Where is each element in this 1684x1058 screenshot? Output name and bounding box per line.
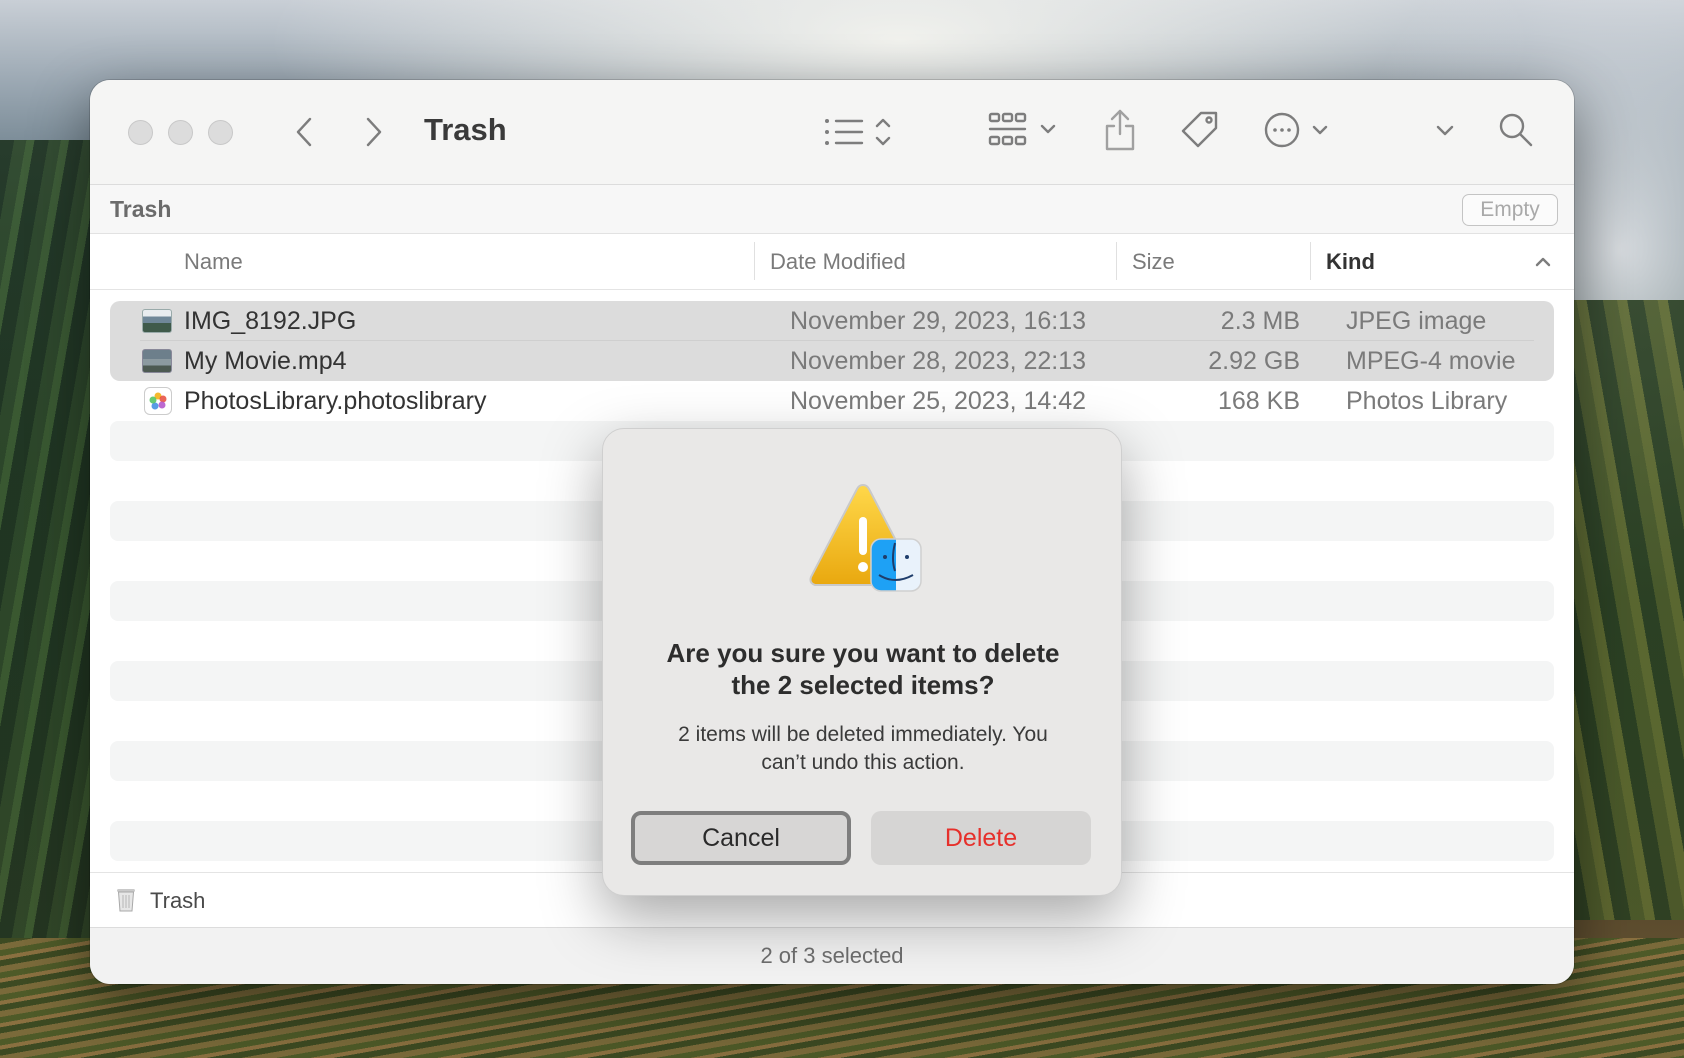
column-divider[interactable] [1310,242,1311,280]
cancel-button[interactable]: Cancel [631,811,851,865]
chevron-down-icon [1436,125,1454,136]
column-header-name[interactable]: Name [184,249,243,275]
path-bar-label[interactable]: Trash [150,888,205,914]
file-date: November 29, 2023, 16:13 [790,307,1087,335]
warning-finder-icon [803,479,923,599]
dialog-title: Are you sure you want to delete the 2 se… [666,638,1060,700]
toolbar-overflow-button[interactable] [1430,116,1460,146]
column-divider[interactable] [1116,242,1117,280]
delete-confirmation-dialog: Are you sure you want to delete the 2 se… [602,428,1122,896]
trash-header-label: Trash [110,196,172,222]
file-name: PhotosLibrary.photoslibrary [184,387,487,415]
file-kind: JPEG image [1346,307,1487,335]
column-headers: Name Date Modified Size Kind [90,234,1574,290]
chevron-left-icon [296,117,312,147]
column-header-date-modified[interactable]: Date Modified [770,249,906,275]
close-window-button[interactable] [128,120,153,145]
view-options-button[interactable] [822,112,902,152]
action-menu-button[interactable] [1264,110,1336,150]
jpeg-thumbnail-icon [142,309,172,333]
minimize-window-button[interactable] [168,120,193,145]
trash-icon [116,887,136,913]
file-row[interactable]: My Movie.mp4 November 28, 2023, 22:13 2.… [110,341,1554,381]
zoom-window-button[interactable] [208,120,233,145]
column-header-size[interactable]: Size [1132,249,1175,275]
file-size: 168 KB [1217,387,1300,415]
status-bar: 2 of 3 selected [90,927,1574,984]
search-button[interactable] [1496,110,1536,150]
file-name: IMG_8192.JPG [184,307,357,335]
share-icon [1105,109,1135,151]
file-date: November 25, 2023, 14:42 [790,387,1087,415]
chevron-right-icon [366,117,382,147]
wallpaper-trees-right [1574,300,1684,920]
share-button[interactable] [1100,106,1140,154]
file-row[interactable]: PhotosLibrary.photoslibrary November 25,… [110,381,1554,421]
file-size: 2.3 MB [1220,307,1300,335]
empty-trash-button[interactable]: Empty [1462,194,1558,226]
file-row[interactable]: IMG_8192.JPG November 29, 2023, 16:13 2.… [110,301,1554,341]
grid-group-icon [988,112,1056,146]
trash-header-bar: Trash Empty [90,185,1574,234]
tag-button[interactable] [1178,108,1222,152]
movie-thumbnail-icon [142,349,172,373]
tag-icon [1181,111,1218,148]
toolbar: Trash [90,80,1574,185]
back-button[interactable] [286,114,322,150]
dialog-message: 2 items will be deleted immediately. You… [678,723,1048,774]
wallpaper-trees-left [0,140,100,1058]
file-size: 2.92 GB [1208,347,1300,375]
sort-ascending-icon [1534,254,1552,268]
file-date: November 28, 2023, 22:13 [790,347,1087,375]
search-icon [1499,113,1533,147]
delete-button[interactable]: Delete [871,811,1091,865]
column-divider[interactable] [754,242,755,280]
file-kind: Photos Library [1346,387,1508,415]
list-view-icon [825,118,891,146]
group-button[interactable] [988,110,1068,154]
column-header-kind[interactable]: Kind [1326,249,1375,275]
ellipsis-circle-icon [1264,112,1328,148]
window-title: Trash [424,112,507,147]
file-kind: MPEG-4 movie [1346,347,1516,375]
photos-library-icon [144,387,172,415]
file-name: My Movie.mp4 [184,347,347,375]
forward-button[interactable] [356,114,392,150]
selection-count: 2 of 3 selected [760,943,904,968]
